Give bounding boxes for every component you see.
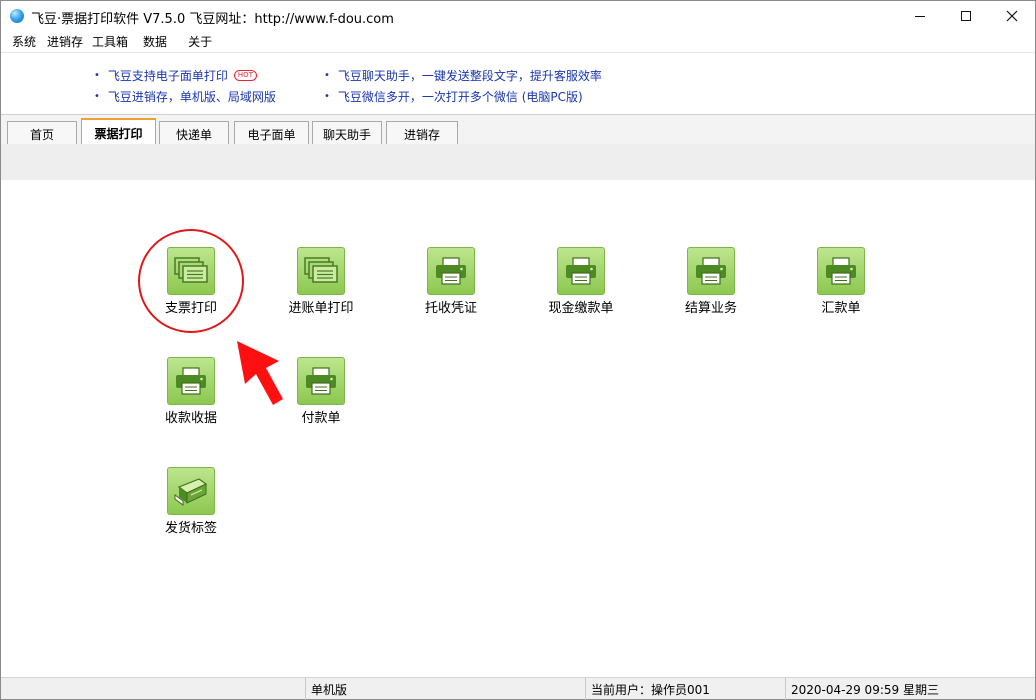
minimize-button[interactable] — [897, 1, 943, 31]
menu-toolbox[interactable]: 工具箱 — [90, 31, 135, 51]
tile-label: 进账单打印 — [288, 301, 354, 316]
printer-icon — [696, 257, 726, 285]
tab-bar: 首页 票据打印 快递单 电子面单 聊天助手 进销存 — [1, 114, 1035, 146]
tile-label: 汇款单 — [821, 301, 861, 316]
menu-inventory[interactable]: 进销存 — [43, 31, 90, 51]
promo-strip: • 飞豆支持电子面单打印 HOT • 飞豆进销存，单机版、局域网版 • 飞豆聊天… — [1, 52, 1035, 114]
tile-settlement[interactable]: 结算业务 — [651, 247, 771, 321]
tile-label: 付款单 — [301, 411, 341, 426]
tab-chat-assistant[interactable]: 聊天助手 — [312, 121, 382, 146]
highlight-circle — [138, 229, 244, 333]
bullet-icon: • — [324, 70, 330, 81]
app-window: 飞豆·票据打印软件 V7.5.0 飞豆网址：http://www.f-dou.c… — [0, 0, 1036, 700]
tab-inventory[interactable]: 进销存 — [386, 121, 458, 146]
maximize-button[interactable] — [943, 1, 989, 31]
tab-home[interactable]: 首页 — [7, 121, 77, 146]
hot-badge: HOT — [233, 70, 257, 81]
tile-icon-button[interactable] — [297, 247, 345, 295]
printer-icon — [176, 367, 206, 395]
printer-icon — [306, 367, 336, 395]
status-bar: 单机版 当前用户：操作员001 2020-04-29 09:59 星期三 — [1, 677, 1035, 700]
promo-link-inventory[interactable]: • 飞豆进销存，单机版、局域网版 — [94, 88, 276, 105]
tile-remittance[interactable]: 汇款单 — [781, 247, 901, 321]
label-printer-icon — [174, 478, 208, 506]
tile-icon-button[interactable] — [167, 467, 215, 515]
tile-icon-button[interactable] — [297, 357, 345, 405]
tile-label: 托收凭证 — [424, 301, 477, 316]
tile-shipping-label[interactable]: 发货标签 — [131, 467, 251, 541]
promo-link-wechat-multi[interactable]: • 飞豆微信多开，一次打开多个微信 (电脑PC版) — [324, 88, 583, 105]
app-logo-icon — [10, 9, 24, 23]
status-edition: 单机版 — [305, 678, 585, 700]
promo-link-chat-assistant[interactable]: • 飞豆聊天助手，一键发送整段文字，提升客服效率 — [324, 67, 602, 84]
tile-label: 结算业务 — [684, 301, 737, 316]
tab-express[interactable]: 快递单 — [159, 121, 229, 146]
tool-strip — [1, 144, 1035, 180]
tile-icon-button[interactable] — [557, 247, 605, 295]
tile-label: 收款收据 — [164, 411, 217, 426]
status-user: 当前用户：操作员001 — [585, 678, 785, 700]
tab-electronic-waybill[interactable]: 电子面单 — [234, 121, 309, 146]
tile-icon-button[interactable] — [167, 357, 215, 405]
promo-link-text: 飞豆聊天助手，一键发送整段文字，提升客服效率 — [337, 69, 602, 83]
menu-data[interactable]: 数据 — [135, 31, 174, 51]
tile-icon-button[interactable] — [687, 247, 735, 295]
bullet-icon: • — [94, 91, 100, 102]
tile-icon-button[interactable] — [427, 247, 475, 295]
tile-icon-button[interactable] — [817, 247, 865, 295]
tile-cash-payment-slip[interactable]: 现金缴款单 — [521, 247, 641, 321]
pointer-arrow-icon — [237, 341, 283, 405]
bullet-icon: • — [94, 70, 100, 81]
tile-label: 发货标签 — [164, 521, 217, 536]
minimize-icon — [915, 15, 925, 17]
tab-receipt-print[interactable]: 票据打印 — [81, 118, 156, 146]
promo-link-text: 飞豆微信多开，一次打开多个微信 (电脑PC版) — [337, 90, 583, 104]
printer-icon — [436, 257, 466, 285]
maximize-icon — [961, 11, 971, 21]
tile-label: 现金缴款单 — [548, 301, 614, 316]
bullet-icon: • — [324, 91, 330, 102]
menu-about[interactable]: 关于 — [174, 31, 219, 51]
promo-link-text: 飞豆进销存，单机版、局域网版 — [107, 90, 276, 104]
status-datetime: 2020-04-29 09:59 星期三 — [785, 678, 1035, 700]
promo-link-text: 飞豆支持电子面单打印 — [107, 69, 228, 83]
close-icon — [1006, 10, 1018, 22]
menu-system[interactable]: 系统 — [1, 31, 43, 51]
printer-icon — [826, 257, 856, 285]
window-title: 飞豆·票据打印软件 V7.5.0 飞豆网址：http://www.f-dou.c… — [31, 12, 394, 27]
menu-bar: 系统 进销存 工具箱 数据 关于 — [1, 31, 1035, 51]
tile-collection-voucher[interactable]: 托收凭证 — [391, 247, 511, 321]
title-bar[interactable]: 飞豆·票据打印软件 V7.5.0 飞豆网址：http://www.f-dou.c… — [1, 1, 1035, 31]
tile-deposit-slip-print[interactable]: 进账单打印 — [261, 247, 381, 321]
stacked-forms-icon — [304, 257, 338, 283]
promo-link-electronic-waybill[interactable]: • 飞豆支持电子面单打印 HOT — [94, 67, 257, 84]
printer-icon — [566, 257, 596, 285]
close-button[interactable] — [989, 1, 1035, 31]
